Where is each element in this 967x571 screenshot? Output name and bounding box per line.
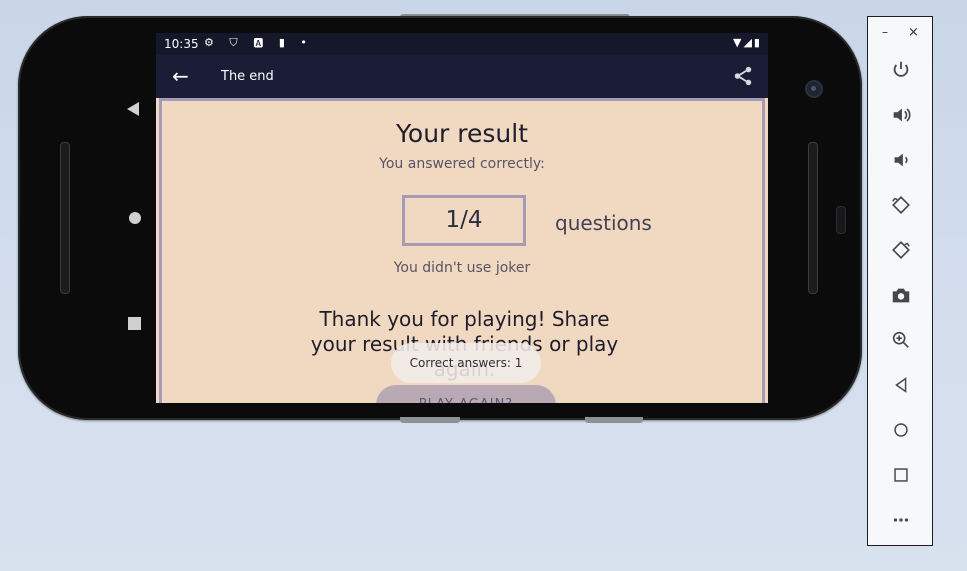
share-icon[interactable] bbox=[732, 65, 754, 87]
rotate-right-icon[interactable] bbox=[888, 237, 914, 263]
more-options-icon[interactable] bbox=[888, 507, 914, 533]
status-bar: 10:35 ⚙ ⛉ 🅰 ▮ • ▼◢▮ bbox=[156, 33, 768, 55]
app-bar: ← The end bbox=[156, 55, 768, 98]
phone-edge bbox=[585, 417, 643, 423]
back-triangle-icon[interactable] bbox=[888, 372, 914, 398]
play-again-button[interactable]: PLAY AGAIN? bbox=[376, 385, 556, 403]
back-arrow-icon[interactable]: ← bbox=[172, 64, 189, 88]
phone-speaker-right bbox=[808, 142, 818, 294]
minimize-button[interactable]: – bbox=[882, 25, 888, 39]
home-circle-icon[interactable] bbox=[888, 417, 914, 443]
phone-screen: 10:35 ⚙ ⛉ 🅰 ▮ • ▼◢▮ ← The end Your resul… bbox=[156, 33, 768, 403]
status-signal-battery-icons: ▼◢▮ bbox=[733, 36, 762, 49]
phone-edge bbox=[400, 417, 460, 423]
zoom-in-icon[interactable] bbox=[888, 327, 914, 353]
emulator-toolbar: – × bbox=[867, 16, 933, 546]
status-time: 10:35 bbox=[164, 37, 199, 51]
volume-down-icon[interactable] bbox=[888, 147, 914, 173]
app-bar-title: The end bbox=[221, 69, 274, 84]
recents-nav-icon[interactable] bbox=[128, 317, 141, 330]
result-title: Your result bbox=[395, 119, 529, 148]
back-nav-icon[interactable] bbox=[127, 102, 139, 116]
result-subtitle: You answered correctly: bbox=[379, 156, 545, 172]
front-camera bbox=[805, 80, 823, 98]
score-unit-label: questions bbox=[555, 211, 652, 235]
result-card: Your result You answered correctly: 1/4 … bbox=[159, 98, 765, 403]
power-icon[interactable] bbox=[888, 57, 914, 83]
close-button[interactable]: × bbox=[908, 25, 919, 40]
rotate-left-icon[interactable] bbox=[888, 192, 914, 218]
emulator-window-controls: – × bbox=[868, 25, 932, 43]
phone-sensor bbox=[836, 206, 846, 234]
status-notification-icons: ⚙ ⛉ 🅰 ▮ • bbox=[204, 36, 313, 49]
home-nav-icon[interactable] bbox=[129, 212, 141, 224]
phone-speaker-left bbox=[60, 142, 70, 294]
score-box: 1/4 bbox=[402, 195, 526, 246]
camera-icon[interactable] bbox=[888, 282, 914, 308]
overview-square-icon[interactable] bbox=[888, 462, 914, 488]
joker-status: You didn't use joker bbox=[393, 260, 531, 276]
toast-message: Correct answers: 1 bbox=[391, 343, 541, 383]
volume-up-icon[interactable] bbox=[888, 102, 914, 128]
